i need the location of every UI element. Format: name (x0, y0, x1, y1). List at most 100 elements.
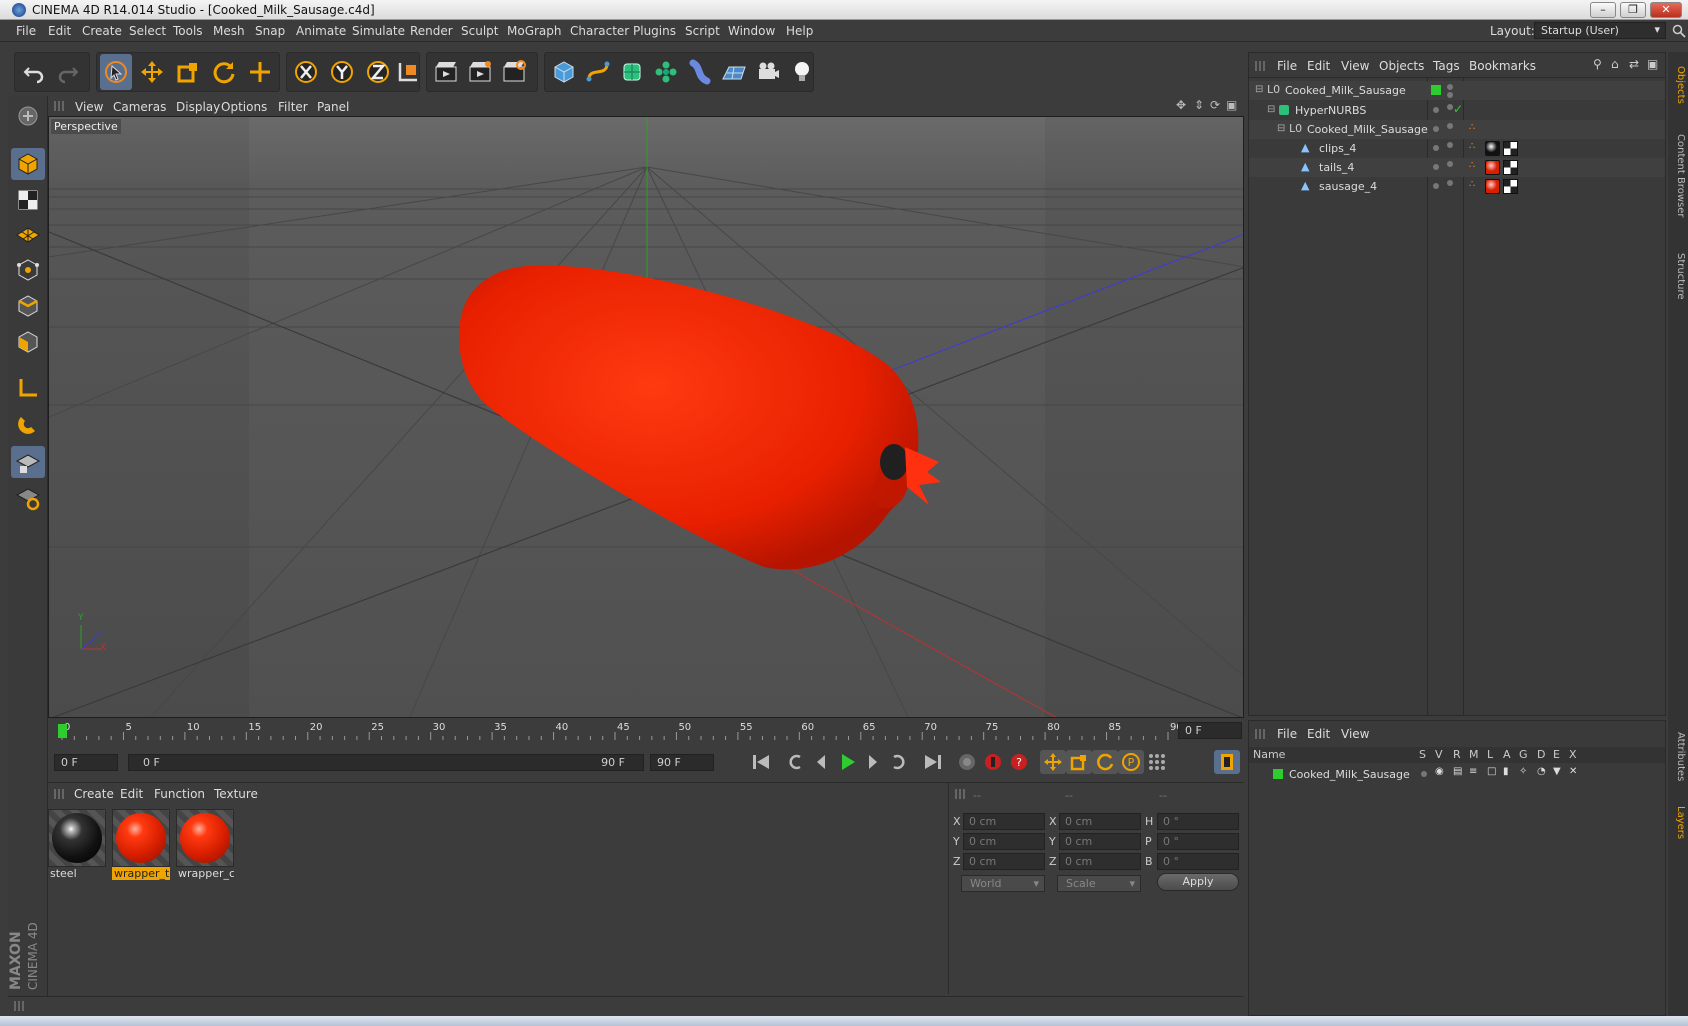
tab-objects[interactable]: Objects (1670, 60, 1686, 110)
layer-color-icon[interactable] (1273, 769, 1283, 779)
uvw-tag-icon[interactable] (1503, 179, 1518, 194)
obj-menu-file[interactable]: File (1277, 59, 1297, 73)
vp-menu-filter[interactable]: Filter (278, 100, 308, 114)
pos-y-field[interactable]: 0 cm (963, 833, 1045, 850)
axis-mode-icon[interactable] (11, 372, 45, 404)
visibility-editor-icon[interactable] (1433, 145, 1439, 151)
deformers-toggle-icon[interactable]: ◔ (1537, 766, 1546, 777)
menu-file[interactable]: File (16, 24, 36, 38)
playhead[interactable] (58, 724, 67, 738)
light-icon[interactable] (786, 54, 818, 90)
uvw-tag-icon[interactable] (1503, 160, 1518, 175)
menu-animate[interactable]: Animate (296, 24, 346, 38)
menu-script[interactable]: Script (685, 24, 720, 38)
collapse-icon[interactable]: ⊟ (1267, 104, 1275, 115)
tab-layers[interactable]: Layers (1670, 800, 1686, 846)
render-picture-viewer-icon[interactable] (464, 54, 496, 90)
phong-tag-icon[interactable]: ∴ (1469, 179, 1475, 190)
y-axis-icon[interactable] (326, 54, 358, 90)
material-swatch[interactable]: wrapper_te (112, 809, 170, 880)
menu-mograph[interactable]: MoGraph (507, 24, 562, 38)
menu-mesh[interactable]: Mesh (213, 24, 245, 38)
menu-help[interactable]: Help (786, 24, 813, 38)
scale-icon[interactable] (172, 54, 204, 90)
move-icon[interactable] (136, 54, 168, 90)
visibility-render-icon[interactable] (1447, 180, 1453, 186)
current-frame-field[interactable]: 0 F (1178, 722, 1242, 739)
deformer-icon[interactable] (684, 54, 716, 90)
vp-menu-cameras[interactable]: Cameras (113, 100, 166, 114)
mat-menu-create[interactable]: Create (74, 787, 114, 801)
search-icon[interactable] (1672, 24, 1686, 38)
menu-tools[interactable]: Tools (173, 24, 203, 38)
object-row[interactable]: ⊟ L0 Cooked_Milk_Sausage (1249, 81, 1665, 100)
polygons-mode-icon[interactable] (11, 326, 45, 358)
x-axis-icon[interactable] (290, 54, 322, 90)
redo-icon[interactable] (52, 54, 84, 90)
animation-toggle-icon[interactable]: ▮ (1503, 766, 1509, 777)
texture-mode-icon[interactable] (11, 184, 45, 216)
rot-h-field[interactable]: 0 ° (1157, 813, 1239, 830)
mat-menu-texture[interactable]: Texture (214, 787, 258, 801)
pos-z-field[interactable]: 0 cm (963, 853, 1045, 870)
next-key-icon[interactable] (886, 750, 912, 774)
visibility-editor-icon[interactable] (1433, 164, 1439, 170)
pos-x-field[interactable]: 0 cm (963, 813, 1045, 830)
tab-structure[interactable]: Structure (1670, 244, 1686, 308)
view-toggle-icon[interactable]: ◉ (1435, 766, 1444, 777)
key-point-level-icon[interactable] (1144, 750, 1170, 774)
visibility-editor-icon[interactable] (1433, 126, 1439, 132)
cube-icon[interactable] (548, 54, 580, 90)
object-row[interactable]: ▲ clips_4 ∴ (1249, 139, 1665, 158)
object-row[interactable]: ▲ sausage_4 ∴ (1249, 177, 1665, 196)
vp-menu-options[interactable]: Options (221, 100, 267, 114)
previous-frame-icon[interactable] (808, 750, 834, 774)
rot-b-field[interactable]: 0 ° (1157, 853, 1239, 870)
start-frame-field[interactable]: 0 F (54, 754, 118, 771)
uvw-tag-icon[interactable] (1503, 141, 1518, 156)
size-z-field[interactable]: 0 cm (1059, 853, 1141, 870)
material-tag-icon[interactable] (1485, 141, 1500, 156)
points-mode-icon[interactable] (11, 254, 45, 286)
menu-character[interactable]: Character (570, 24, 629, 38)
visibility-render-icon[interactable] (1447, 142, 1453, 148)
timeline-ruler[interactable]: 051015202530354045505560657075808590 0 F (48, 720, 1244, 742)
phong-tag-icon[interactable]: ∴ (1469, 141, 1475, 152)
material-swatch[interactable]: wrapper_cl (176, 809, 234, 880)
collapse-icon[interactable]: ⊟ (1255, 84, 1263, 95)
array-icon[interactable] (650, 54, 682, 90)
spline-pen-icon[interactable] (582, 54, 614, 90)
search-icon[interactable]: ⚲ (1593, 57, 1602, 71)
minimize-button[interactable]: – (1590, 2, 1616, 18)
camera-icon[interactable] (752, 54, 784, 90)
next-frame-icon[interactable] (860, 750, 886, 774)
vp-menu-panel[interactable]: Panel (317, 100, 349, 114)
size-x-field[interactable]: 0 cm (1059, 813, 1141, 830)
rot-p-field[interactable]: 0 ° (1157, 833, 1239, 850)
object-row[interactable]: ⊟ HyperNURBS ✓ (1249, 101, 1665, 120)
layer-menu-view[interactable]: View (1341, 727, 1369, 741)
visibility-render-icon[interactable] (1447, 92, 1453, 98)
visibility-editor-icon[interactable] (1433, 107, 1439, 113)
solo-toggle-icon[interactable] (1421, 771, 1427, 777)
undo-icon[interactable] (18, 54, 50, 90)
mat-menu-function[interactable]: Function (154, 787, 205, 801)
close-button[interactable]: ✕ (1650, 2, 1682, 18)
coordinate-mode-select[interactable]: World ▾ (961, 875, 1045, 892)
menu-select[interactable]: Select (129, 24, 166, 38)
menu-render[interactable]: Render (410, 24, 453, 38)
obj-menu-objects[interactable]: Objects (1379, 59, 1424, 73)
generators-toggle-icon[interactable]: ✧ (1519, 766, 1527, 777)
xref-toggle-icon[interactable]: ✕ (1569, 766, 1577, 777)
workplane-icon[interactable] (11, 218, 45, 250)
layout-select[interactable]: Startup (User) ▾ (1534, 22, 1666, 39)
play-forward-icon[interactable] (834, 750, 860, 774)
visibility-editor-icon[interactable] (1433, 183, 1439, 189)
preview-range-slider[interactable]: 0 F 90 F (128, 754, 644, 771)
tab-content-browser[interactable]: Content Browser (1670, 116, 1686, 236)
manager-toggle-icon[interactable]: ≡ (1469, 766, 1477, 777)
menu-create[interactable]: Create (82, 24, 122, 38)
restore-button[interactable]: ❐ (1620, 2, 1646, 18)
lock-workplane-icon[interactable] (11, 482, 45, 514)
lock-toggle-icon[interactable]: □ (1487, 766, 1496, 777)
